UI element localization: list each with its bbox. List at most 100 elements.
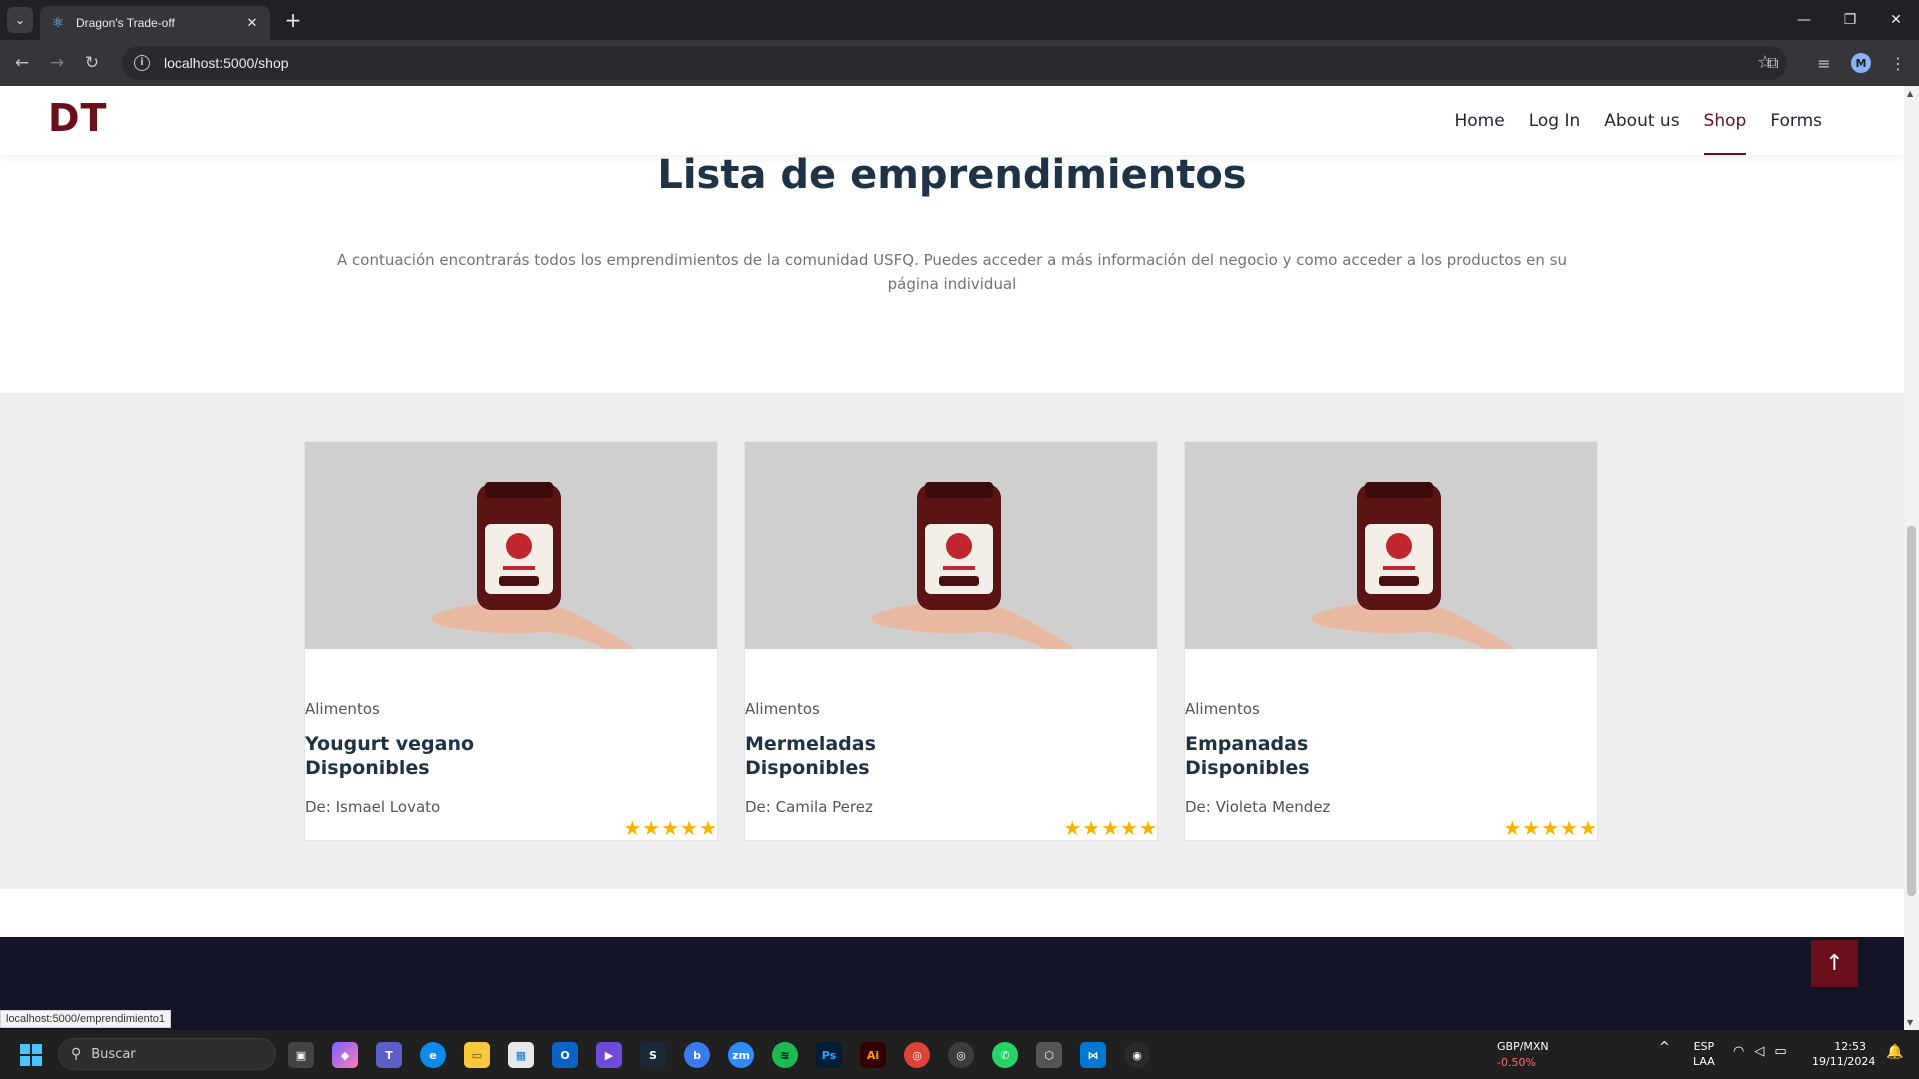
media-controls-icon[interactable]: ≡ (1813, 52, 1835, 74)
restore-icon[interactable]: ❐ (1827, 0, 1873, 40)
whatsapp-icon[interactable]: ✆ (992, 1042, 1018, 1068)
taskbar-clock[interactable]: 12:53 19/11/2024 (1812, 1039, 1875, 1069)
card-category: Alimentos (745, 700, 820, 718)
outlook-icon[interactable]: O (552, 1042, 578, 1068)
ticker-pair: GBP/MXN (1497, 1040, 1549, 1053)
scroll-up-icon[interactable]: ▲ (1907, 89, 1913, 98)
card-owner: De: Camila Perez (745, 798, 873, 816)
card-title-line2: Disponibles (1185, 757, 1310, 779)
browser-tab[interactable]: ⚛ Dragon's Trade-off ✕ (40, 6, 270, 40)
business-card[interactable]: Alimentos Mermeladas Disponibles De: Cam… (744, 441, 1158, 841)
nav-home[interactable]: Home (1442, 86, 1516, 155)
browser-menu-icon[interactable]: ⋮ (1887, 52, 1909, 74)
url-text: localhost:5000/shop (164, 55, 289, 71)
bitwarden-icon[interactable]: b (684, 1042, 710, 1068)
chrome-icon[interactable]: ◎ (904, 1042, 930, 1068)
rating-stars: ★ ★ ★ ★ ★ (1503, 818, 1597, 838)
close-window-icon[interactable]: ✕ (1873, 0, 1919, 40)
star-icon: ★ (1579, 816, 1597, 840)
card-title-line1: Mermeladas (745, 733, 876, 755)
scrollbar-thumb[interactable] (1907, 526, 1916, 896)
star-icon: ★ (680, 816, 699, 840)
star-icon: ★ (1503, 816, 1522, 840)
file-explorer-icon[interactable]: ▭ (464, 1042, 490, 1068)
taskbar-search-placeholder: Buscar (91, 1046, 136, 1062)
card-owner: De: Violeta Mendez (1185, 798, 1331, 816)
copilot-icon[interactable]: ◆ (332, 1042, 358, 1068)
new-tab-icon[interactable]: + (281, 8, 305, 32)
rating-stars: ★ ★ ★ ★ ★ (1063, 818, 1157, 838)
page-title: Lista de emprendimientos (657, 152, 1247, 198)
task-view-icon[interactable]: ▣ (288, 1042, 314, 1068)
clipchamp-icon[interactable]: ▶ (596, 1042, 622, 1068)
page-scrollbar[interactable]: ▲ ▼ (1904, 86, 1919, 1030)
illustrator-icon[interactable]: Ai (860, 1042, 886, 1068)
site-info-icon[interactable]: i (134, 55, 150, 71)
reload-icon[interactable]: ↻ (79, 50, 105, 76)
card-owner: De: Ismael Lovato (305, 798, 441, 816)
back-to-top-button[interactable]: ↑ (1811, 940, 1858, 987)
edge-icon[interactable]: e (420, 1042, 446, 1068)
star-icon: ★ (661, 816, 680, 840)
windows-taskbar: ⚲ Buscar ▣ ◆ T e ▭ ▦ O ▶ S b zm ≋ Ps Ai … (0, 1030, 1919, 1079)
card-image[interactable] (1185, 442, 1597, 649)
card-image[interactable] (305, 442, 717, 649)
site-header: DT Home Log In About us Shop Forms (0, 86, 1904, 155)
teams-icon[interactable]: T (376, 1042, 402, 1068)
address-bar[interactable]: i localhost:5000/shop ☆ (122, 46, 1787, 80)
nav-shop[interactable]: Shop (1692, 86, 1759, 155)
show-hidden-icons-chevron-icon[interactable]: ^ (1659, 1040, 1670, 1055)
microsoft-store-icon[interactable]: ▦ (508, 1042, 534, 1068)
card-title-line1: Yougurt vegano (305, 733, 475, 755)
business-card[interactable]: Alimentos Yougurt vegano Disponibles De:… (304, 441, 718, 841)
site-logo[interactable]: DT (48, 96, 107, 140)
nav-login[interactable]: Log In (1517, 86, 1593, 155)
profile-avatar[interactable]: M (1851, 53, 1871, 73)
taskbar-search[interactable]: ⚲ Buscar (58, 1038, 276, 1070)
cards-section: Alimentos Yougurt vegano Disponibles De:… (0, 393, 1904, 889)
star-icon: ★ (642, 816, 661, 840)
wifi-icon: ◠ (1733, 1044, 1745, 1059)
obs-icon[interactable]: ◉ (1124, 1042, 1150, 1068)
page-viewport: DT Home Log In About us Shop Forms Lista… (0, 86, 1904, 1030)
input-language[interactable]: ESP LAA (1693, 1039, 1715, 1069)
star-icon: ★ (1101, 816, 1120, 840)
minimize-icon[interactable]: — (1781, 0, 1827, 40)
browser-tabstrip: ⌄ ⚛ Dragon's Trade-off ✕ + — ❐ ✕ (0, 0, 1919, 40)
stock-ticker-widget[interactable]: GBP/MXN -0.50% (1497, 1039, 1549, 1071)
steam-icon[interactable]: S (640, 1042, 666, 1068)
close-tab-icon[interactable]: ✕ (244, 16, 260, 31)
tab-title: Dragon's Trade-off (76, 16, 175, 30)
windows-start-icon[interactable] (20, 1044, 42, 1066)
vscode-icon[interactable]: ⋈ (1080, 1042, 1106, 1068)
notification-bell-icon[interactable]: 🔔 (1886, 1044, 1903, 1060)
extensions-icon[interactable]: ⧉ (1762, 52, 1784, 74)
zoom-icon[interactable]: zm (728, 1042, 754, 1068)
unity-icon[interactable]: ⬡ (1036, 1042, 1062, 1068)
react-favicon-icon: ⚛ (51, 15, 65, 31)
forward-icon[interactable]: → (44, 50, 70, 76)
card-title[interactable]: Mermeladas Disponibles (745, 732, 876, 780)
card-title-line2: Disponibles (305, 757, 430, 779)
photoshop-icon[interactable]: Ps (816, 1042, 842, 1068)
business-card[interactable]: Alimentos Empanadas Disponibles De: Viol… (1184, 441, 1598, 841)
clock-time: 12:53 (1834, 1040, 1866, 1053)
nav-forms[interactable]: Forms (1758, 86, 1834, 155)
tab-search-icon[interactable]: ⌄ (7, 7, 33, 33)
card-title[interactable]: Yougurt vegano Disponibles (305, 732, 474, 780)
volume-icon: ◁ (1754, 1044, 1765, 1059)
card-category: Alimentos (305, 700, 380, 718)
chrome-profile-icon[interactable]: ◎ (948, 1042, 974, 1068)
nav-about-us[interactable]: About us (1592, 86, 1691, 155)
scroll-down-icon[interactable]: ▼ (1907, 1018, 1913, 1027)
star-icon: ★ (1063, 816, 1082, 840)
card-title[interactable]: Empanadas Disponibles (1185, 732, 1310, 780)
back-icon[interactable]: ← (9, 50, 35, 76)
star-icon: ★ (623, 816, 642, 840)
tray-icons[interactable]: ◠ ◁ ▭ (1733, 1044, 1787, 1059)
window-controls: — ❐ ✕ (1781, 0, 1919, 40)
card-image[interactable] (745, 442, 1157, 649)
star-icon: ★ (1522, 816, 1541, 840)
card-title-line1: Empanadas (1185, 733, 1309, 755)
spotify-icon[interactable]: ≋ (772, 1042, 798, 1068)
